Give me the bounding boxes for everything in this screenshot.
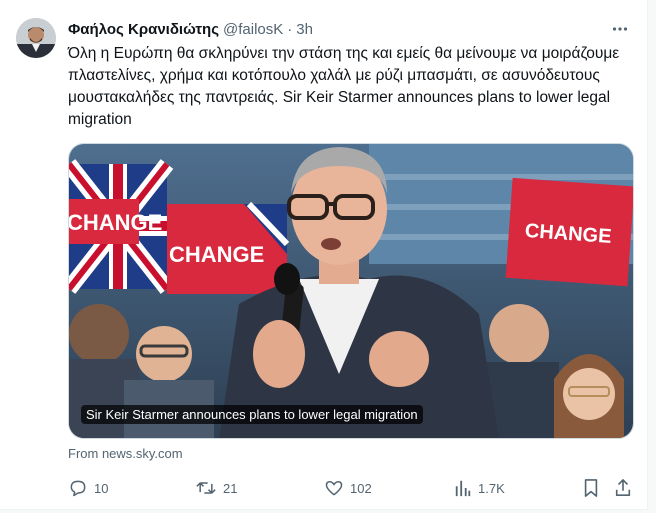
svg-text:CHANGE: CHANGE — [169, 242, 264, 267]
image-caption: Sir Keir Starmer announces plans to lowe… — [81, 405, 423, 424]
tweet-text: Όλη η Ευρώπη θα σκληρύνει την στάση της … — [68, 45, 620, 128]
change-sign-right: CHANGE — [505, 177, 633, 287]
views-button[interactable]: 1.7K — [454, 474, 505, 502]
repost-count: 21 — [223, 480, 238, 496]
reply-count: 10 — [94, 480, 109, 496]
bookmark-icon — [582, 478, 600, 498]
link-source[interactable]: From news.sky.com — [68, 446, 183, 461]
timestamp[interactable]: 3h — [296, 21, 313, 38]
article-image: CHANGE CHANGE CHANGE — [69, 144, 633, 438]
author-handle[interactable]: @failosK — [223, 21, 283, 38]
reply-button[interactable]: 10 — [68, 474, 108, 502]
bookmark-button[interactable] — [582, 474, 600, 502]
tweet-card[interactable]: Φαήλος Κρανιδιώτης @failosK · 3h Όλη η Ε… — [0, 0, 648, 510]
change-sign-middle: CHANGE — [167, 201, 290, 294]
action-bar: 10 21 102 1.7K — [68, 474, 634, 502]
tweet-header: Φαήλος Κρανιδιώτης @failosK · 3h — [68, 18, 631, 40]
avatar[interactable] — [16, 18, 56, 58]
share-icon — [614, 478, 632, 498]
views-count: 1.7K — [478, 480, 505, 496]
repost-icon — [195, 478, 217, 498]
views-icon — [454, 478, 472, 498]
more-icon[interactable] — [609, 18, 631, 40]
separator: · — [287, 20, 293, 38]
like-icon — [324, 478, 344, 498]
like-button[interactable]: 102 — [324, 474, 372, 502]
repost-button[interactable]: 21 — [195, 474, 237, 502]
reply-icon — [68, 478, 88, 498]
share-button[interactable] — [614, 474, 632, 502]
author-name[interactable]: Φαήλος Κρανιδιώτης — [68, 21, 219, 38]
svg-text:CHANGE: CHANGE — [69, 210, 162, 235]
link-card[interactable]: CHANGE CHANGE CHANGE Sir Keir Starmer an… — [68, 143, 634, 439]
like-count: 102 — [350, 480, 372, 496]
union-flag-sign: CHANGE — [69, 159, 174, 294]
